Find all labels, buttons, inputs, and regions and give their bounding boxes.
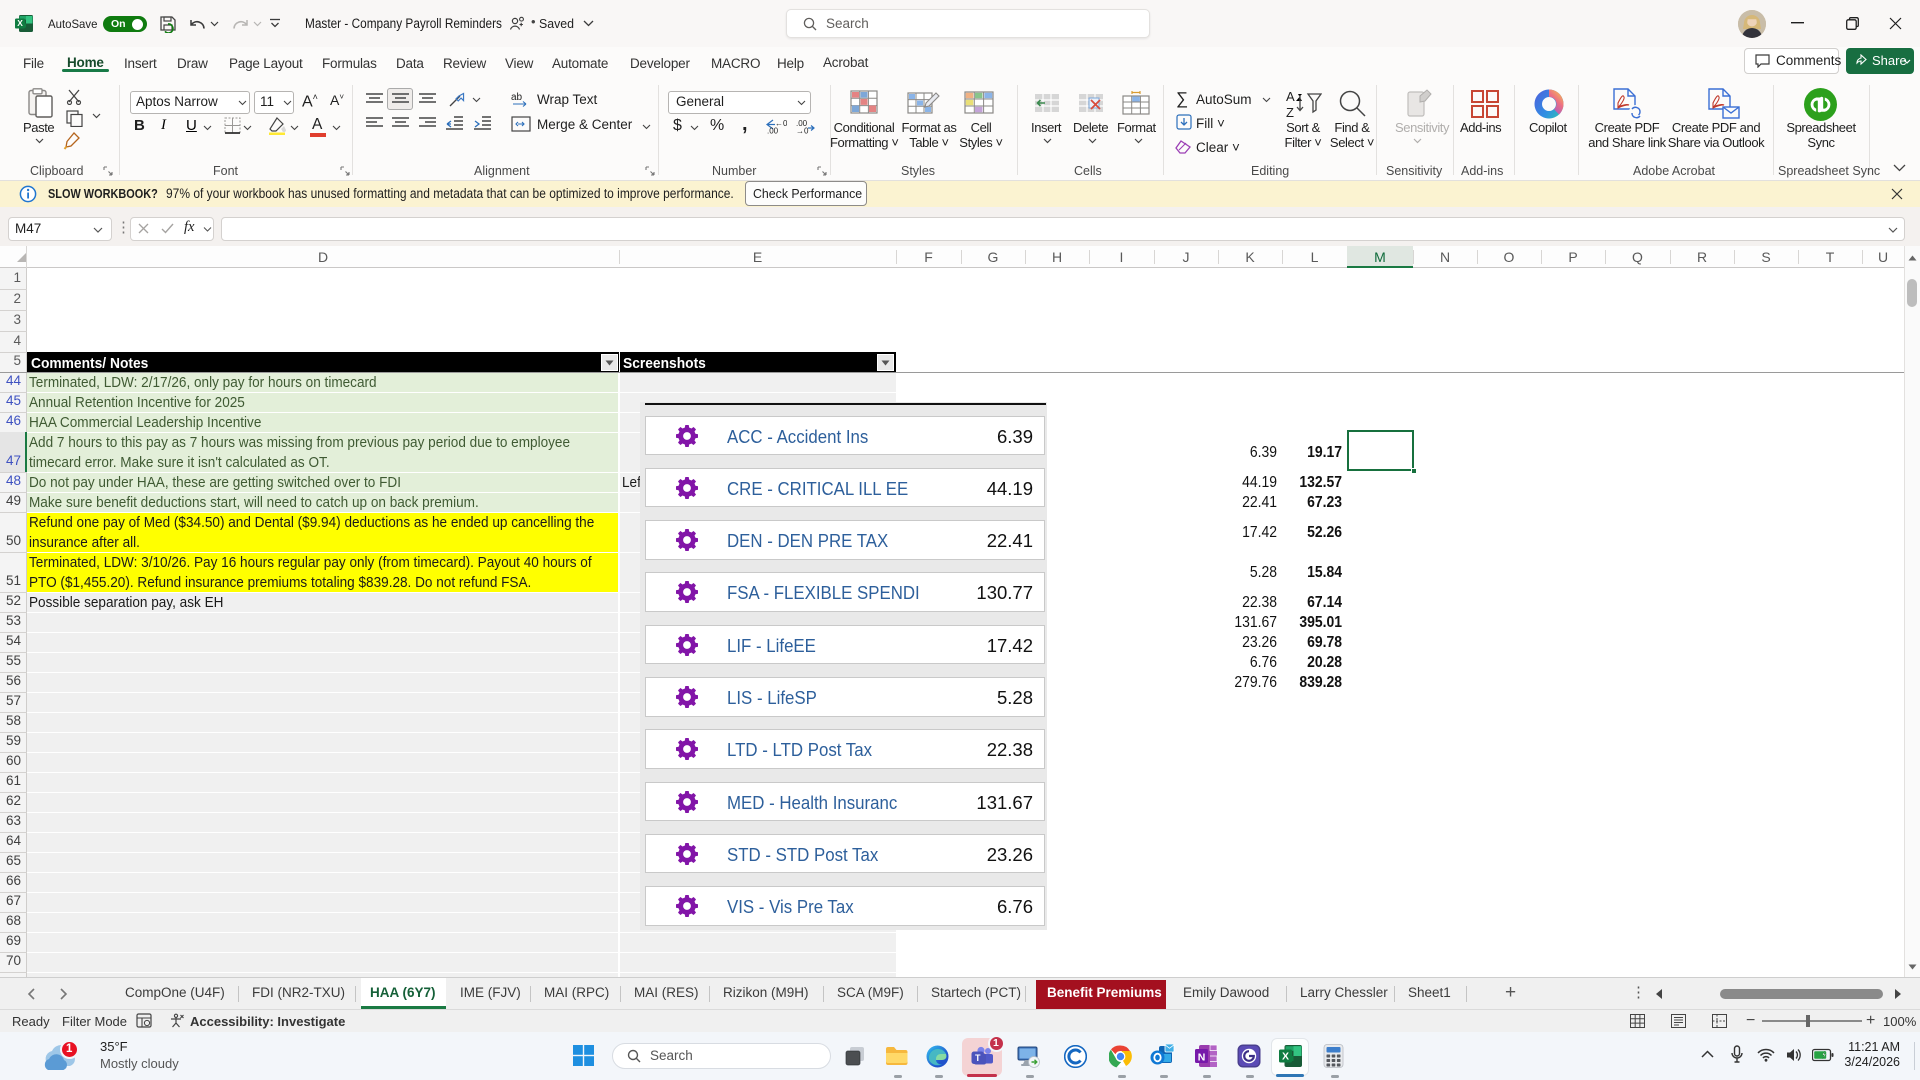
svg-text:X: X — [17, 18, 23, 28]
svg-text:→0: →0 — [796, 127, 809, 135]
svg-text:A: A — [1286, 89, 1295, 104]
svg-text:.00: .00 — [767, 127, 779, 135]
svg-text:ab: ab — [511, 92, 523, 103]
svg-text:X: X — [1282, 1051, 1289, 1063]
svg-text:Z: Z — [1286, 105, 1294, 120]
svg-text:T: T — [975, 1053, 981, 1063]
svg-text:N: N — [1198, 1052, 1206, 1064]
